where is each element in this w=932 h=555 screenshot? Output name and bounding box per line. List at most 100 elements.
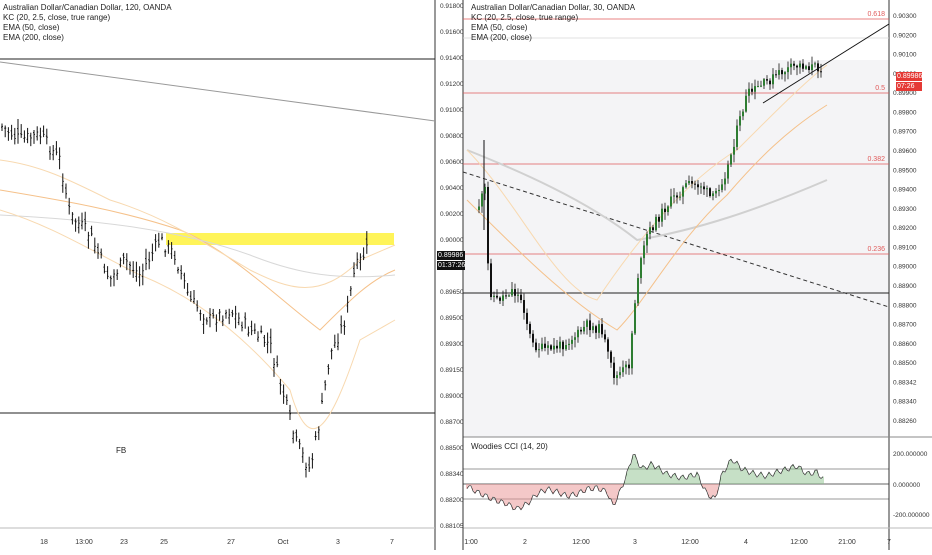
right-price-tick: 0.90300: [893, 13, 917, 20]
right-legend-kc[interactable]: KC (20, 2.5, close, true range): [471, 13, 635, 23]
left-legend-kc[interactable]: KC (20, 2.5, close, true range): [3, 13, 172, 23]
right-legend-ema50[interactable]: EMA (50, close): [471, 23, 635, 33]
right-candle-body: [748, 88, 750, 96]
right-last-price: 0.89986: [896, 72, 923, 81]
right-candle-body: [535, 342, 537, 351]
right-candle-body: [685, 183, 687, 188]
right-legend-ema200[interactable]: EMA (200, close): [471, 33, 635, 43]
left-chart-canvas[interactable]: 0.91800 0.91600 0.91400 0.91200 0.91000 0.908…: [0, 0, 465, 550]
right-candle-body: [613, 362, 615, 378]
left-price-tick: 0.89650: [440, 289, 464, 296]
right-candle-body: [568, 343, 570, 346]
cci-axis-tick: 200.000000: [893, 451, 928, 458]
right-candle-body: [646, 234, 648, 246]
right-price-tick: 0.89500: [893, 167, 917, 174]
right-candle-body: [733, 146, 735, 155]
right-price-tick: 0.89100: [893, 244, 917, 251]
right-candle-body: [736, 125, 738, 147]
right-candle-body: [598, 324, 600, 333]
left-price-tick: 0.90000: [440, 237, 464, 244]
right-candle-body: [502, 295, 504, 301]
left-time-tick: 13:00: [75, 539, 93, 546]
right-price-tick: 0.90100: [893, 52, 917, 59]
right-chart-pane[interactable]: 0.618 0.5 0.382 0.236 0.90300 0.90200 0.90100…: [437, 0, 932, 550]
right-candle-body: [766, 79, 768, 81]
right-price-tick: 0.88340: [893, 399, 917, 406]
right-price-tick: 0.89400: [893, 187, 917, 194]
left-price-tick: 0.89500: [440, 315, 464, 322]
right-time-tick: 7: [887, 539, 891, 546]
left-highlight-zone[interactable]: [166, 233, 394, 245]
right-candle-body: [799, 63, 801, 68]
left-chart-pane[interactable]: 0.91800 0.91600 0.91400 0.91200 0.91000 0.908…: [0, 0, 465, 550]
right-candle-body: [520, 294, 522, 301]
right-candle-body: [487, 186, 489, 264]
right-candle-body: [760, 85, 762, 87]
left-last-price: 0.89986: [437, 251, 465, 260]
right-candle-body: [664, 208, 666, 213]
right-price-tick: 0.89700: [893, 129, 917, 136]
left-fb-annotation[interactable]: FB: [116, 446, 126, 455]
right-candle-body: [745, 95, 747, 112]
right-candle-body: [655, 216, 657, 231]
right-chart-canvas[interactable]: 0.618 0.5 0.382 0.236 0.90300 0.90200 0.90100…: [437, 0, 932, 550]
left-price-tick: 0.91200: [440, 81, 464, 88]
right-time-tick: 3: [633, 539, 637, 546]
right-candle-body: [715, 190, 717, 194]
right-price-tick: 0.89600: [893, 148, 917, 155]
left-countdown: 01:37:26: [437, 261, 466, 270]
right-candle-body: [820, 71, 822, 73]
right-candle-body: [724, 178, 726, 185]
right-candle-body: [706, 188, 708, 190]
right-price-tick: 0.89000: [893, 264, 917, 271]
right-candle-body: [667, 206, 669, 213]
right-candle-body: [610, 351, 612, 363]
right-candle-body: [523, 300, 525, 313]
right-candle-body: [751, 88, 753, 92]
left-legend-ema50[interactable]: EMA (50, close): [3, 23, 172, 33]
right-candle-body: [673, 195, 675, 197]
right-candle-body: [556, 345, 558, 349]
left-price-tick: 0.91800: [440, 3, 464, 10]
left-time-tick: 3: [336, 539, 340, 546]
right-time-tick: 12:00: [572, 539, 590, 546]
right-candle-body: [505, 295, 507, 297]
right-candle-body: [541, 343, 543, 350]
left-legend-ema200[interactable]: EMA (200, close): [3, 33, 172, 43]
left-legend-symbol[interactable]: Australian Dollar/Canadian Dollar, 120, …: [3, 3, 172, 13]
right-candle-body: [787, 67, 789, 73]
right-time-tick: 12:00: [681, 539, 699, 546]
right-candle-body: [547, 345, 549, 348]
cci-axis-tick: -200.000000: [893, 512, 930, 519]
right-last-price-tag: 0.89986 07:26: [896, 72, 922, 91]
right-candle-body: [622, 367, 624, 373]
right-candle-body: [478, 206, 480, 210]
right-candle-body: [661, 208, 663, 222]
right-candle-body: [691, 181, 693, 184]
right-candle-body: [616, 375, 618, 378]
right-candle-body: [757, 86, 759, 88]
right-candle-body: [640, 258, 642, 279]
right-price-tick: 0.88260: [893, 418, 917, 425]
left-price-tick: 0.88340: [440, 471, 464, 478]
right-candle-body: [571, 339, 573, 344]
left-price-axis-labels[interactable]: 0.91800 0.91600 0.91400 0.91200 0.91000 0.908…: [437, 0, 467, 550]
right-candle-body: [538, 349, 540, 351]
right-price-tick: 0.89900: [893, 90, 917, 97]
cci-legend[interactable]: Woodies CCI (14, 20): [471, 442, 548, 452]
left-price-tick: 0.90800: [440, 133, 464, 140]
left-price-tick: 0.90200: [440, 211, 464, 218]
right-candle-body: [658, 216, 660, 222]
left-time-tick: 23: [120, 539, 128, 546]
right-candle-body: [544, 343, 546, 348]
left-price-tick: 0.90400: [440, 185, 464, 192]
right-candle-body: [721, 184, 723, 190]
right-legend-symbol[interactable]: Australian Dollar/Canadian Dollar, 30, O…: [471, 3, 635, 13]
right-candle-body: [508, 295, 510, 297]
right-candle-body: [565, 345, 567, 350]
right-candle-body: [649, 227, 651, 235]
right-candle-body: [559, 341, 561, 349]
right-candle-body: [679, 196, 681, 198]
fib-level-label: 0.5: [875, 85, 885, 92]
right-candle-body: [805, 66, 807, 69]
